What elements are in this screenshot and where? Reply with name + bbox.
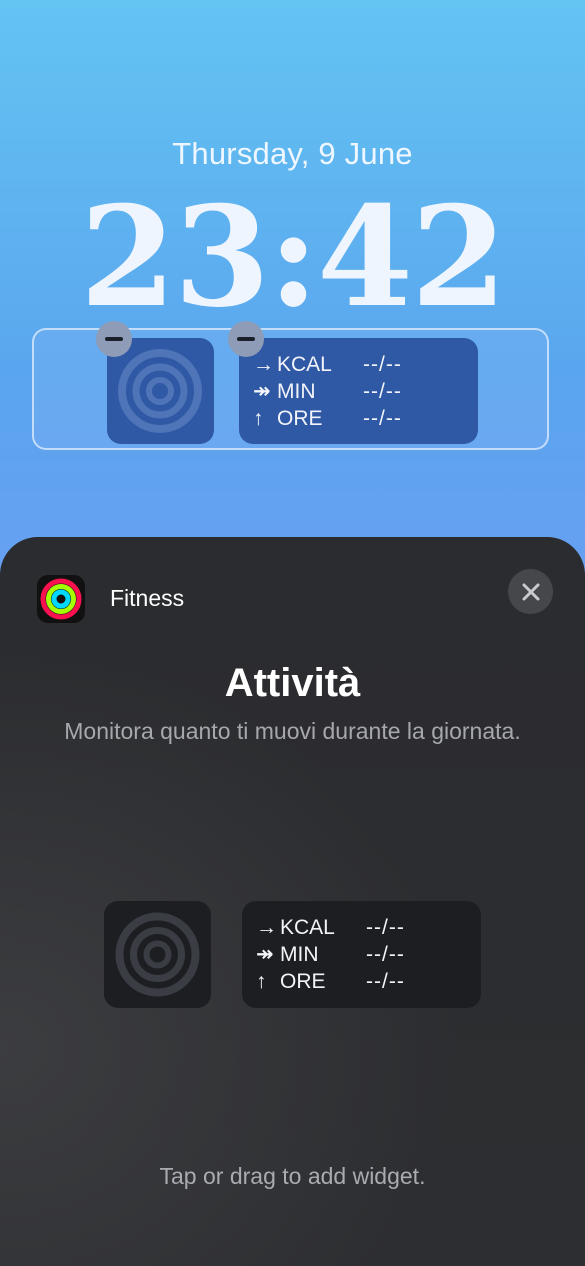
lockscreen-date: Thursday, 9 June (172, 136, 413, 171)
close-icon (522, 583, 539, 600)
widget-description: Monitora quanto ti muovi durante la gior… (64, 718, 521, 744)
stat-label: MIN (280, 943, 319, 966)
stat-value: --/-- (366, 916, 405, 939)
arrow-up-icon: ↑ (253, 407, 264, 430)
arrow-right-icon: → (253, 353, 274, 376)
widget-picker-sheet: Fitness Attività Monitora quanto ti muov… (0, 537, 585, 1266)
activity-rings-icon (115, 912, 200, 997)
preview-stats: → KCAL --/-- ↠ MIN --/-- ↑ ORE --/-- (256, 914, 405, 995)
stat-label: KCAL (277, 353, 332, 376)
double-arrow-right-icon: ↠ (256, 943, 274, 966)
lockscreen-activity-stats-widget[interactable]: → KCAL --/-- ↠ MIN --/-- ↑ ORE --/-- (239, 338, 478, 444)
stat-value: --/-- (366, 970, 405, 993)
stat-row-kcal: → KCAL --/-- (256, 914, 405, 941)
stat-row-min: ↠ MIN --/-- (253, 378, 402, 405)
stat-row-min: ↠ MIN --/-- (256, 941, 405, 968)
close-button[interactable] (508, 569, 553, 614)
stat-row-ore: ↑ ORE --/-- (256, 968, 405, 995)
arrow-right-icon: → (256, 916, 277, 939)
preview-activity-stats-widget[interactable]: → KCAL --/-- ↠ MIN --/-- ↑ ORE --/-- (242, 901, 481, 1008)
double-arrow-right-icon: ↠ (253, 380, 271, 403)
stat-label: ORE (277, 407, 323, 430)
fitness-rings-icon (40, 578, 82, 620)
lockscreen-stats: → KCAL --/-- ↠ MIN --/-- ↑ ORE --/-- (253, 351, 402, 432)
remove-widget-button-stats[interactable] (228, 321, 264, 357)
add-widget-hint: Tap or drag to add widget. (159, 1163, 426, 1189)
lockscreen-time: 23:42 (79, 175, 507, 338)
stat-label: KCAL (280, 916, 335, 939)
stat-value: --/-- (366, 943, 405, 966)
stat-value: --/-- (363, 380, 402, 403)
arrow-up-icon: ↑ (256, 970, 267, 993)
stat-row-ore: ↑ ORE --/-- (253, 405, 402, 432)
stat-value: --/-- (363, 407, 402, 430)
widget-title: Attività (224, 661, 361, 705)
stat-label: ORE (280, 970, 326, 993)
stat-value: --/-- (363, 353, 402, 376)
preview-activity-rings-widget[interactable] (104, 901, 211, 1008)
stat-label: MIN (277, 380, 316, 403)
fitness-app-icon (37, 575, 85, 623)
remove-widget-button-rings[interactable] (96, 321, 132, 357)
app-name: Fitness (110, 585, 185, 611)
stat-row-kcal: → KCAL --/-- (253, 351, 402, 378)
